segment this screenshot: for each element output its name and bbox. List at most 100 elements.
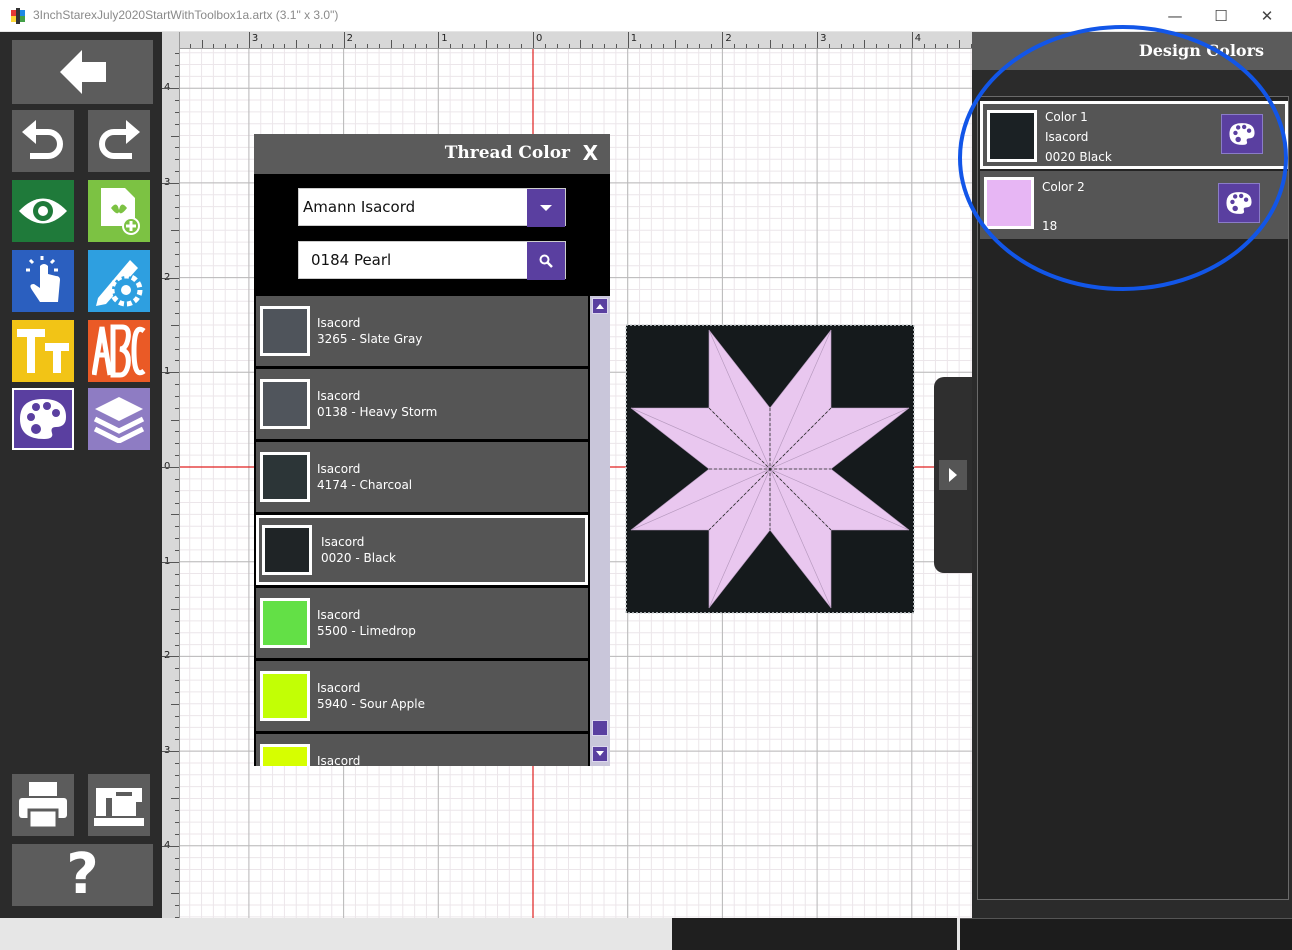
thread-list-item[interactable]: Isacord 4174 - Charcoal	[256, 442, 588, 512]
ruler-tick	[171, 609, 179, 611]
view-button[interactable]	[12, 180, 74, 242]
ruler-tick	[935, 44, 937, 48]
thread-list-item[interactable]: Isacord 0138 - Heavy Storm	[256, 369, 588, 439]
palette-icon	[1229, 123, 1255, 145]
scroll-thumb[interactable]	[592, 720, 608, 736]
back-button[interactable]	[12, 40, 153, 104]
layers-button[interactable]	[88, 388, 150, 450]
undo-button[interactable]	[12, 110, 74, 172]
ruler-tick	[793, 44, 795, 48]
ruler-tick	[175, 100, 179, 102]
thread-swatch	[260, 452, 310, 502]
dialog-close-button[interactable]: X	[583, 141, 598, 165]
new-design-button[interactable]	[88, 180, 150, 242]
undo-icon	[22, 120, 63, 159]
edit-tools-button[interactable]	[88, 250, 150, 312]
ruler-tick	[710, 44, 712, 48]
sew-button[interactable]	[88, 774, 150, 836]
ruler-tick	[162, 561, 179, 563]
ruler-tick	[175, 360, 179, 362]
design-colors-panel: Design Colors Color 1 Isacord 0020 Black…	[972, 32, 1292, 918]
ruler-tick	[162, 751, 179, 753]
ruler-tick	[284, 44, 286, 48]
ruler-tick	[175, 171, 179, 173]
ruler-tick	[171, 230, 179, 232]
thread-brand: Isacord	[321, 535, 365, 549]
thread-brand: Isacord	[317, 608, 361, 622]
text-button[interactable]	[12, 320, 74, 382]
print-button[interactable]	[12, 774, 74, 836]
ruler-tick	[175, 76, 179, 78]
design-color-item[interactable]: Color 2 18	[980, 171, 1288, 239]
color-code: 0020 Black	[1045, 150, 1112, 164]
thread-list-item-selected[interactable]: Isacord 0020 - Black	[256, 515, 588, 585]
scroll-down-button[interactable]	[592, 746, 608, 762]
brand-dropdown-button[interactable]	[527, 189, 565, 227]
ruler-tick	[521, 44, 523, 48]
expand-panel-button[interactable]	[939, 460, 967, 490]
arrow-left-icon	[59, 50, 106, 94]
ruler-tick	[367, 44, 369, 48]
chevron-up-icon	[596, 304, 604, 309]
ruler-tick	[175, 431, 179, 433]
thread-swatch	[262, 525, 312, 575]
redo-button[interactable]	[88, 110, 150, 172]
embroidery-design[interactable]	[625, 324, 915, 614]
ruler-tick	[438, 32, 440, 48]
ruler-tick	[175, 64, 179, 66]
scroll-up-button[interactable]	[592, 298, 608, 314]
thread-swatch	[260, 671, 310, 721]
minimize-button[interactable]: —	[1152, 0, 1198, 32]
ruler-tick	[171, 324, 179, 326]
thread-list-item[interactable]: Isacord 3265 - Slate Gray	[256, 296, 588, 366]
chevron-down-icon	[596, 751, 604, 756]
horizontal-ruler: 3 2 1 0 1 2 3 4	[162, 32, 972, 49]
thread-name: 0020 - Black	[321, 551, 396, 565]
ruler-tick	[175, 644, 179, 646]
ruler-tick	[175, 869, 179, 871]
thread-list-scrollbar[interactable]	[590, 296, 610, 766]
thread-search-button[interactable]	[527, 242, 565, 280]
help-button[interactable]: ?	[12, 844, 153, 906]
thread-brand-select[interactable]: Amann Isacord	[298, 188, 566, 227]
panel-title: Design Colors	[1138, 41, 1264, 60]
ruler-tick	[781, 44, 783, 48]
monogram-button[interactable]	[88, 320, 150, 382]
ruler-tick	[175, 253, 179, 255]
chevron-right-icon	[949, 468, 957, 482]
ruler-tick	[533, 32, 534, 48]
thread-search-input[interactable]: 0184 Pearl	[298, 241, 566, 280]
ruler-tick	[162, 845, 179, 847]
ruler-tick	[175, 632, 179, 634]
monogram-abc-icon	[92, 324, 146, 378]
thread-list-item[interactable]: Isacord 5500 - Limedrop	[256, 588, 588, 658]
select-button[interactable]	[12, 250, 74, 312]
touch-select-icon	[26, 256, 60, 302]
design-colors-list: Color 1 Isacord 0020 Black Color 2 18	[977, 96, 1289, 900]
maximize-button[interactable]: ☐	[1198, 0, 1244, 32]
ruler-tick	[162, 88, 179, 90]
dialog-title: Thread Color	[444, 143, 570, 163]
design-color-item-selected[interactable]: Color 1 Isacord 0020 Black	[980, 101, 1288, 169]
ruler-tick	[509, 44, 511, 48]
ruler-tick	[260, 44, 262, 48]
ruler-tick	[171, 419, 179, 421]
ruler-tick	[175, 159, 179, 161]
thread-list: Isacord 3265 - Slate Gray Isacord 0138 -…	[254, 296, 610, 766]
ruler-tick	[175, 123, 179, 125]
ruler-tick	[213, 44, 215, 48]
ruler-tick	[175, 490, 179, 492]
new-file-icon	[101, 188, 140, 235]
change-color-button[interactable]	[1218, 183, 1260, 223]
thread-list-item[interactable]: Isacord	[256, 734, 588, 766]
change-color-button[interactable]	[1221, 114, 1263, 154]
thread-list-item[interactable]: Isacord 5940 - Sour Apple	[256, 661, 588, 731]
ruler-tick	[175, 194, 179, 196]
ruler-tick	[580, 40, 582, 48]
ruler-tick	[746, 44, 748, 48]
close-window-button[interactable]: ✕	[1244, 0, 1290, 32]
colors-button[interactable]	[12, 388, 74, 450]
ruler-tick	[639, 44, 641, 48]
thread-brand: Isacord	[317, 754, 361, 766]
ruler-tick	[817, 32, 819, 48]
